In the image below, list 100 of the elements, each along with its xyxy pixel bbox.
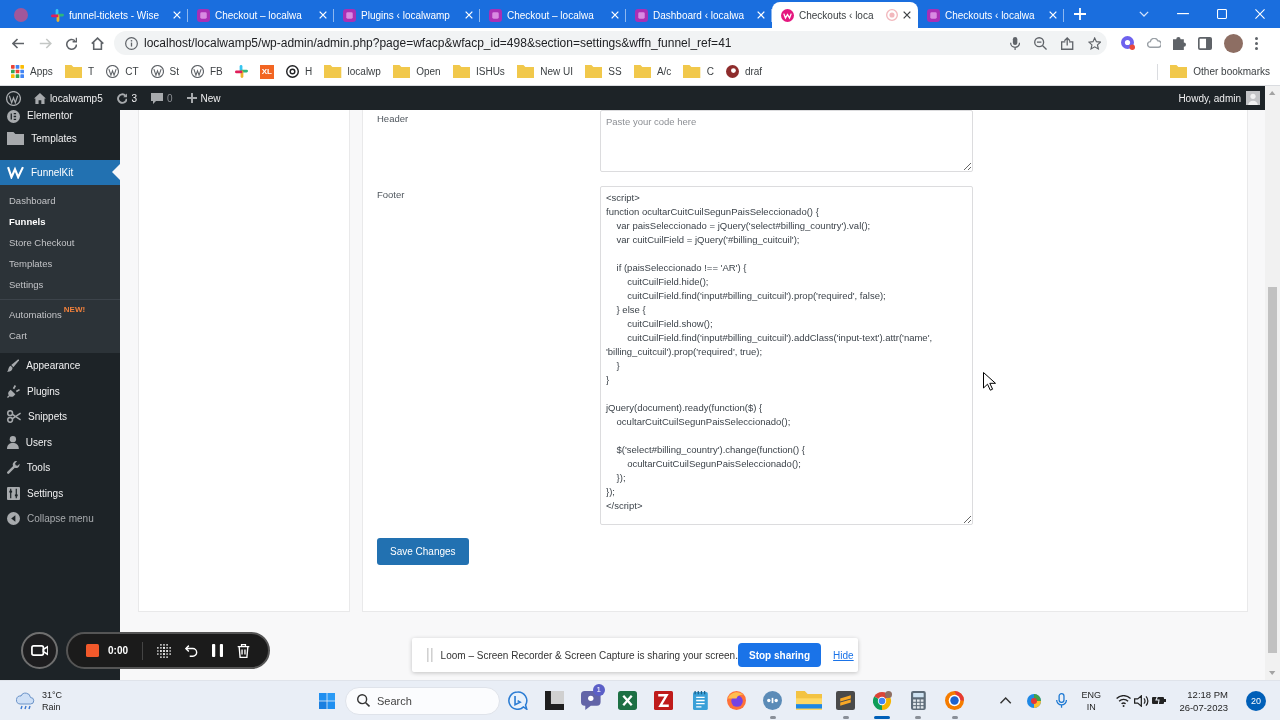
hash-logo-icon[interactable] bbox=[234, 65, 248, 78]
browser-tab[interactable]: Checkout – localwa bbox=[480, 2, 626, 28]
menu-item[interactable]: Plugins bbox=[0, 378, 120, 404]
dots-grid-icon[interactable] bbox=[157, 643, 171, 658]
browser-tab[interactable]: funnel-tickets - Wise bbox=[42, 2, 188, 28]
zigzag-tile-icon[interactable] bbox=[654, 691, 674, 710]
browser-tab[interactable]: Checkout – localwa bbox=[188, 2, 334, 28]
new-link[interactable]: New bbox=[179, 86, 228, 110]
notifications-button[interactable]: 20 bbox=[1246, 690, 1266, 711]
ring-dot-icon[interactable] bbox=[1121, 36, 1135, 50]
stripes-tile-icon[interactable] bbox=[836, 691, 856, 710]
bookmark[interactable]: Other bookmarks bbox=[1164, 60, 1276, 83]
bookmark[interactable]: New UI bbox=[510, 60, 579, 83]
bookmark[interactable]: CT bbox=[100, 60, 145, 83]
star-icon[interactable] bbox=[1087, 36, 1101, 50]
bookmark[interactable]: Open bbox=[386, 60, 447, 83]
round-app-icon[interactable] bbox=[727, 691, 747, 710]
circle-app-icon[interactable] bbox=[763, 691, 783, 710]
submenu-item[interactable]: Funnels bbox=[0, 211, 120, 232]
browser-tab[interactable]: Dashboard ‹ localwa bbox=[626, 2, 772, 28]
site-link[interactable]: localwamp5 bbox=[27, 86, 110, 110]
bookmark[interactable]: C bbox=[677, 60, 720, 83]
menu-item[interactable]: Users bbox=[0, 429, 120, 455]
submenu-item[interactable]: Store Checkout bbox=[0, 232, 120, 253]
browser-tab[interactable]: Checkouts ‹ localwa bbox=[918, 2, 1064, 28]
updates-link[interactable]: 3 bbox=[109, 86, 144, 110]
puzzle-icon[interactable] bbox=[1173, 36, 1187, 50]
bookmark[interactable]: Apps bbox=[5, 60, 59, 83]
menu-item[interactable]: Templates bbox=[0, 126, 120, 152]
wifi-icon[interactable] bbox=[1116, 694, 1132, 707]
volume-icon[interactable] bbox=[1134, 694, 1150, 707]
submenu-item[interactable]: Automations NEW! bbox=[0, 304, 120, 325]
cloud-icon[interactable] bbox=[1147, 38, 1162, 48]
reload-icon[interactable] bbox=[65, 36, 77, 50]
chat-app-icon[interactable] bbox=[581, 691, 601, 710]
battery-icon[interactable] bbox=[1152, 695, 1167, 706]
window-grid-icon[interactable] bbox=[318, 692, 335, 709]
undo-icon[interactable] bbox=[185, 644, 198, 657]
pause-icon[interactable] bbox=[212, 644, 224, 657]
trash-icon[interactable] bbox=[237, 643, 251, 658]
submenu-item[interactable]: Templates bbox=[0, 253, 120, 274]
stop-sharing-button[interactable]: Stop sharing bbox=[737, 643, 822, 667]
back-arrow-icon[interactable] bbox=[12, 37, 25, 49]
ring-logo-icon[interactable] bbox=[872, 691, 892, 710]
close-icon[interactable] bbox=[903, 11, 911, 19]
folder-icon[interactable] bbox=[796, 691, 823, 710]
calculator-icon[interactable] bbox=[911, 691, 926, 710]
collapse-menu-button[interactable]: Collapse menu bbox=[0, 506, 120, 532]
bookmark[interactable]: H bbox=[280, 60, 319, 83]
comments-link[interactable]: 0 bbox=[143, 86, 180, 110]
swirl-icon[interactable] bbox=[1026, 693, 1041, 708]
menu-item[interactable]: FunnelKit bbox=[0, 159, 120, 185]
more-menu-icon[interactable] bbox=[1255, 36, 1259, 50]
bookmark[interactable]: FB bbox=[185, 60, 229, 83]
home-icon[interactable] bbox=[90, 36, 104, 50]
scrollbar-thumb[interactable] bbox=[1268, 287, 1277, 653]
bookmark[interactable]: localwp bbox=[318, 60, 387, 83]
browser-tab[interactable]: Plugins ‹ localwamp bbox=[334, 2, 480, 28]
weather-widget[interactable]: 31°C Rain bbox=[16, 688, 63, 713]
chat-bubble-icon[interactable] bbox=[508, 691, 528, 710]
microphone-icon[interactable] bbox=[1055, 693, 1067, 708]
code-field[interactable]: <script> function ocultarCuitCuilSegunPaisSeleccionado() { var paisSeleccionado = jQuery('select#billing_country').val(); var cuitCuilField = jQuery('#billing_cuitcuil'); if (paisSeleccionado !== 'AR') { cuitCuilField.hide(); cuitCuilField.find('input#billing_cuitcuil').prop('required', false); } else { cuitCuilField.show(); cuitCuilField.find('input#billing_cuitcuil').addClass('input-text').attr('name', 'billing_cuitcuil').prop('required', true); } } jQuery(document).ready(function($) { ocultarCuitCuilSegunPaisSeleccionado(); $('select#billing_country').change(function() { ocultarCuitCuilSegunPaisSeleccionado(); }); }); </script> bbox=[600, 186, 973, 525]
bookmark[interactable]: ISHUs bbox=[446, 60, 511, 83]
language-button[interactable]: ENG IN bbox=[1081, 688, 1102, 713]
browser-tab[interactable]: Checkouts ‹ loca bbox=[772, 2, 918, 28]
bookmark[interactable]: A/c bbox=[627, 60, 678, 83]
scrollbar[interactable] bbox=[1265, 86, 1280, 680]
zoom-out-icon[interactable] bbox=[1034, 36, 1048, 50]
hide-link[interactable]: Hide bbox=[833, 649, 854, 661]
menu-item[interactable]: Elementor bbox=[0, 110, 120, 126]
menu-item[interactable]: Settings bbox=[0, 480, 120, 506]
menu-item[interactable]: Tools bbox=[0, 455, 120, 481]
submenu-item[interactable]: Settings bbox=[0, 274, 120, 295]
minimize-icon[interactable] bbox=[1177, 13, 1189, 15]
submenu-item[interactable]: Dashboard bbox=[0, 190, 120, 211]
menu-item[interactable]: Appearance bbox=[0, 353, 120, 379]
chevron-down-icon[interactable] bbox=[1139, 11, 1149, 17]
plus-icon[interactable] bbox=[1074, 8, 1086, 20]
bookmark[interactable]: SS bbox=[578, 60, 628, 83]
chevron-up-icon[interactable] bbox=[1000, 697, 1012, 704]
submenu-item[interactable]: Cart bbox=[0, 325, 120, 346]
spreadsheet-icon[interactable] bbox=[617, 691, 637, 710]
bookmark[interactable]: draf bbox=[719, 60, 769, 83]
side-panel-icon[interactable] bbox=[1198, 36, 1213, 50]
bookmark[interactable]: T bbox=[58, 60, 101, 83]
clock-button[interactable]: 12:18 PM 26-07-2023 bbox=[1179, 687, 1228, 714]
code-field[interactable]: Paste your code here bbox=[600, 110, 973, 172]
menu-item[interactable]: Snippets bbox=[0, 404, 120, 430]
bookmark[interactable]: St bbox=[144, 60, 185, 83]
account-link[interactable]: Howdy, admin bbox=[1171, 86, 1265, 110]
save-button[interactable]: Save Changes bbox=[377, 538, 469, 565]
avatar-icon[interactable] bbox=[1224, 33, 1244, 53]
ring-logo-icon[interactable] bbox=[945, 691, 965, 710]
circle-logo-icon[interactable] bbox=[6, 90, 21, 106]
microphone-icon[interactable] bbox=[1010, 36, 1021, 50]
square-app-icon[interactable] bbox=[545, 691, 565, 710]
search-field[interactable]: Search bbox=[345, 686, 500, 715]
address-bar[interactable]: localhost/localwamp5/wp-admin/admin.php?page=wfacp&wfacp_id=498&section=settings&wffn_funnel_ref=41 bbox=[114, 31, 1107, 55]
share-icon[interactable] bbox=[1061, 36, 1074, 50]
maximize-icon[interactable] bbox=[1217, 9, 1227, 19]
